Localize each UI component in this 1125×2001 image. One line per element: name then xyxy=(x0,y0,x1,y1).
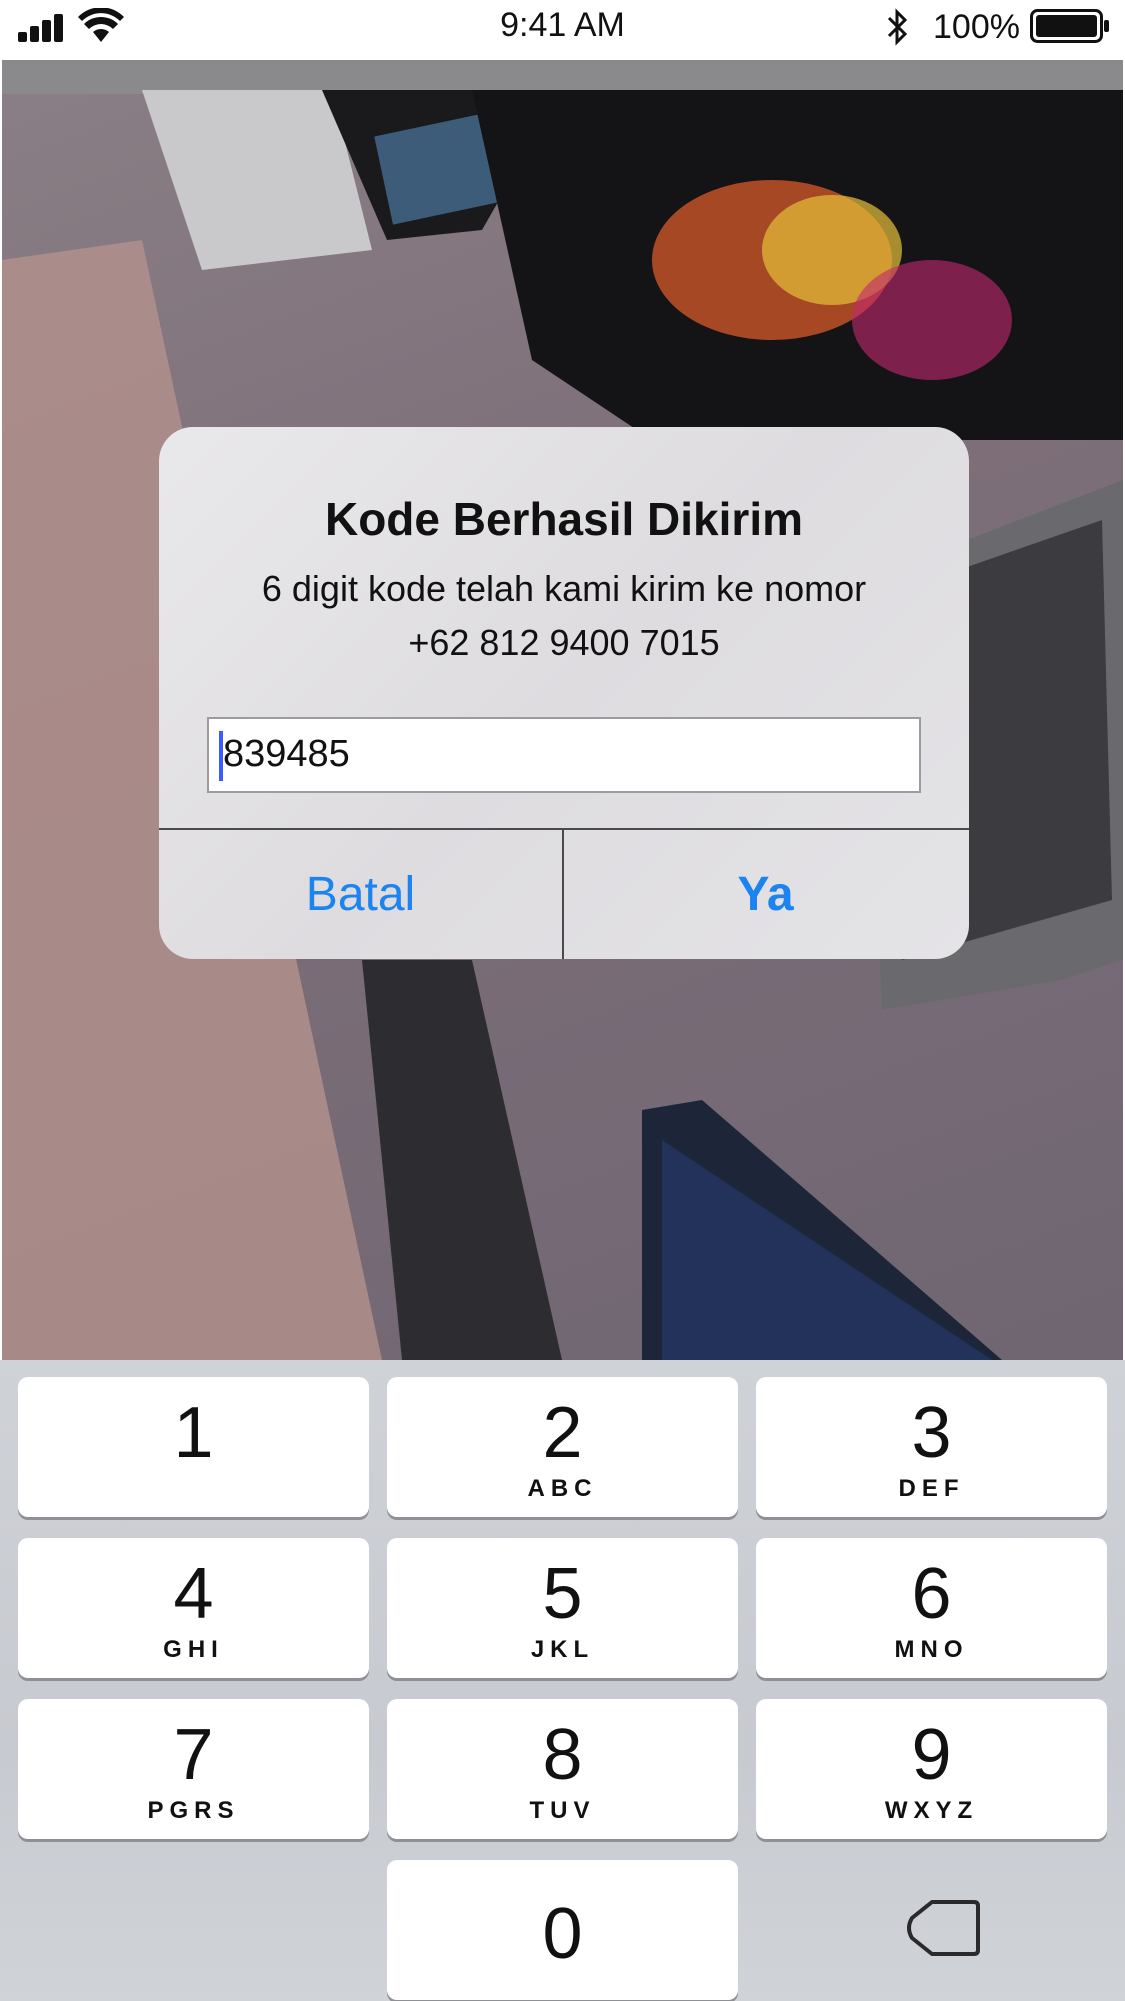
key-letters: TUV xyxy=(529,1797,596,1824)
alert-dialog: Kode Berhasil Dikirim 6 digit kode telah… xyxy=(159,427,969,959)
key-7[interactable]: 7 PGRS xyxy=(18,1699,369,1839)
key-number: 7 xyxy=(173,1715,214,1795)
key-letters: GHI xyxy=(163,1636,224,1663)
key-1[interactable]: 1 xyxy=(18,1377,369,1517)
key-2[interactable]: 2 ABC xyxy=(387,1377,738,1517)
key-letters: MNO xyxy=(894,1636,969,1663)
key-number: 6 xyxy=(911,1554,952,1634)
key-number: 3 xyxy=(911,1393,952,1473)
dialog-phone-number: +62 812 9400 7015 xyxy=(408,622,720,663)
dialog-title: Kode Berhasil Dikirim xyxy=(324,493,804,545)
key-3[interactable]: 3 DEF xyxy=(756,1377,1107,1517)
key-letters: JKL xyxy=(530,1636,595,1663)
key-letters: ABC xyxy=(527,1475,598,1502)
key-6[interactable]: 6 MNO xyxy=(756,1538,1107,1678)
confirm-button[interactable]: Ya xyxy=(564,830,967,959)
key-number: 4 xyxy=(173,1554,214,1634)
bluetooth-icon xyxy=(887,8,908,46)
backspace-icon xyxy=(907,1900,980,1956)
dialog-message-line1: 6 digit kode telah kami kirim ke nomor xyxy=(261,568,867,609)
key-number: 1 xyxy=(173,1393,214,1473)
key-5[interactable]: 5 JKL xyxy=(387,1538,738,1678)
status-bar: 9:41 AM 100% xyxy=(0,0,1125,60)
key-number: 8 xyxy=(542,1715,583,1795)
battery-percent: 100% xyxy=(933,8,1020,46)
key-letters: DEF xyxy=(898,1475,965,1502)
battery-icon xyxy=(1030,9,1109,43)
verification-code-value: 839485 xyxy=(223,733,350,775)
verification-code-input[interactable]: 839485 xyxy=(207,717,921,793)
dialog-message: 6 digit kode telah kami kirim ke nomor +… xyxy=(159,562,969,670)
key-4[interactable]: 4 GHI xyxy=(18,1538,369,1678)
key-number: 5 xyxy=(542,1554,583,1634)
key-8[interactable]: 8 TUV xyxy=(387,1699,738,1839)
key-9[interactable]: 9 WXYZ xyxy=(756,1699,1107,1839)
key-number: 9 xyxy=(911,1715,952,1795)
cancel-button[interactable]: Batal xyxy=(159,830,562,959)
key-letters: PGRS xyxy=(147,1797,240,1824)
key-0[interactable]: 0 xyxy=(387,1860,738,2000)
key-number: 0 xyxy=(542,1894,583,1974)
key-letters: WXYZ xyxy=(884,1797,979,1824)
delete-key[interactable] xyxy=(756,1860,1107,2000)
key-number: 2 xyxy=(542,1393,583,1473)
